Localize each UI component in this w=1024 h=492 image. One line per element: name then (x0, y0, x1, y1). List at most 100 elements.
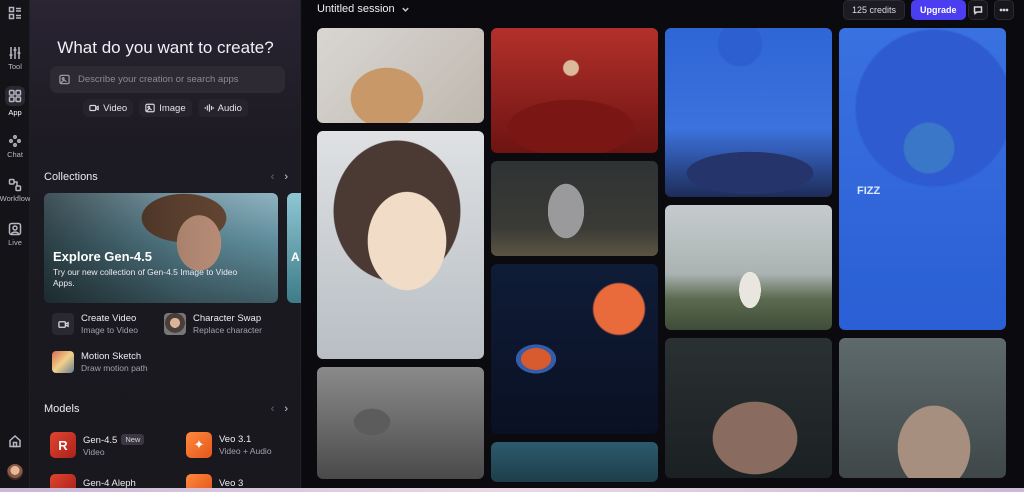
taskbar-edge (0, 488, 1024, 492)
create-panel: What do you want to create? Video Image … (30, 0, 301, 492)
gallery-image-blueberry-costume[interactable]: FIZZ (839, 28, 1006, 330)
page-title: What do you want to create? (57, 38, 274, 57)
gallery-image-elder-portrait[interactable] (839, 338, 1006, 478)
app-name: Character Swap (193, 313, 262, 324)
model-name-text: Gen-4.5 (83, 434, 118, 446)
mode-label: Video (103, 102, 128, 114)
workflow-icon (8, 178, 22, 192)
avatar (7, 464, 23, 480)
help-chat-icon (973, 6, 983, 15)
gallery-image-sea-creatures[interactable] (491, 264, 658, 434)
sliders-icon (9, 47, 21, 59)
gallery-image-blueberry-man[interactable] (665, 28, 832, 197)
model-veo31[interactable]: ✦ Veo 3.1 Video + Audio (186, 432, 272, 458)
app-motion-sketch[interactable]: Motion Sketch Draw motion path (52, 351, 148, 373)
rail-item-active-bg (5, 86, 25, 106)
video-camera-icon (89, 104, 99, 112)
model-text: Veo 3 (219, 478, 243, 489)
gallery-image-fur-boots[interactable] (491, 161, 658, 256)
model-name: Gen-4.5 New (83, 433, 145, 446)
chevron-down-icon (401, 7, 409, 12)
app-create-video[interactable]: Create Video Image to Video (52, 313, 138, 335)
panel-toggle-icon (8, 6, 21, 20)
app-text: Character Swap Replace character (193, 313, 262, 335)
app-text: Create Video Image to Video (81, 313, 138, 335)
image-search-icon (59, 74, 70, 85)
upgrade-button[interactable]: Upgrade (911, 0, 966, 20)
search-box[interactable] (50, 66, 285, 93)
app-subtitle: Image to Video (81, 325, 139, 335)
app-character-swap[interactable]: Character Swap Replace character (164, 313, 262, 335)
gallery-image-wolf[interactable] (317, 367, 484, 479)
more-button[interactable] (994, 0, 1014, 20)
gallery-image-face-closeup[interactable] (665, 338, 832, 478)
main-gallery: Untitled session 125 credits Upgrade FIZ… (302, 0, 1024, 492)
gallery-image-anime-girl[interactable] (317, 131, 484, 359)
session-title: Untitled session (317, 3, 395, 15)
app-text: Motion Sketch Draw motion path (81, 351, 148, 373)
gallery-image-red-crowd[interactable] (491, 28, 658, 153)
chat-icon (9, 135, 21, 147)
model-subtitle: Video (83, 446, 105, 457)
live-icon (8, 222, 22, 236)
model-text: Gen-4.5 New Video (83, 433, 145, 457)
chevron-left-icon[interactable]: ‹ (271, 403, 275, 415)
user-avatar-button[interactable] (0, 464, 30, 480)
chevron-left-icon[interactable]: ‹ (271, 171, 275, 183)
app-subtitle: Replace character (193, 325, 262, 335)
model-subtitle: Video + Audio (219, 446, 272, 456)
rail-item-label: Live (8, 238, 22, 247)
mode-audio-button[interactable]: Audio (197, 99, 248, 117)
app-icon (52, 313, 74, 335)
collection-card-text: Explore Gen-4.5 Try our new collection o… (53, 249, 253, 289)
rail-item-label: Chat (7, 150, 23, 159)
help-button[interactable] (968, 0, 988, 20)
session-selector[interactable]: Untitled session (317, 3, 410, 15)
models-pager: ‹ › (271, 403, 288, 415)
rail-item-chat[interactable]: Chat (0, 134, 30, 159)
video-camera-icon (57, 320, 69, 328)
collection-card-description: Try our new collection of Gen-4.5 Image … (53, 267, 238, 288)
mode-label: Image (159, 102, 186, 114)
gallery-image-sweater[interactable] (317, 28, 484, 123)
grid-icon (8, 89, 22, 103)
rail-item-workflow[interactable]: Workflow (0, 178, 30, 203)
mode-image-button[interactable]: Image (139, 99, 192, 117)
collections-pager: ‹ › (271, 171, 288, 183)
gallery-image-ocean[interactable] (491, 442, 658, 482)
chevron-right-icon[interactable]: › (284, 171, 288, 183)
rail-item-label: Workflow (0, 194, 31, 203)
app-thumbnail (164, 313, 186, 335)
more-dots-icon (999, 8, 1009, 12)
rail-item-label: App (8, 108, 22, 117)
model-name: Gen-4 Aleph (83, 477, 136, 489)
model-gen45[interactable]: R Gen-4.5 New Video (50, 432, 145, 458)
model-text: Gen-4 Aleph (83, 478, 136, 489)
rail-menu-button[interactable] (0, 6, 30, 20)
new-badge: New (121, 433, 145, 445)
mode-video-button[interactable]: Video (83, 99, 134, 117)
collection-card-next-title: A (291, 250, 300, 264)
credits-button[interactable]: 125 credits (843, 0, 906, 20)
rail-item-app[interactable]: App (0, 86, 30, 117)
rail-home-button[interactable] (0, 434, 30, 448)
models-heading: Models (44, 403, 80, 415)
model-text: Veo 3.1 Video + Audio (219, 434, 272, 456)
model-name: Veo 3 (219, 477, 244, 489)
search-input[interactable] (78, 74, 278, 85)
collection-card-gen45[interactable]: Explore Gen-4.5 Try our new collection o… (44, 193, 278, 303)
rail-item-live[interactable]: Live (0, 222, 30, 247)
home-icon (9, 434, 21, 448)
mode-filters: Video Image Audio (30, 99, 301, 117)
gallery-image-cloaked-figure[interactable] (665, 205, 832, 330)
app-subtitle: Draw motion path (81, 363, 148, 373)
app-root: Tool App Chat Workflow Live What do you (0, 0, 1024, 492)
collection-card-title: Explore Gen-4.5 (53, 249, 152, 264)
collection-card-next[interactable]: A (287, 193, 301, 303)
chevron-right-icon[interactable]: › (284, 403, 288, 415)
runway-logo-icon: R (50, 432, 76, 458)
rail-item-tool[interactable]: Tool (0, 46, 30, 71)
left-rail: Tool App Chat Workflow Live (0, 0, 30, 492)
audio-wave-icon (204, 104, 214, 112)
mode-label: Audio (217, 102, 242, 114)
